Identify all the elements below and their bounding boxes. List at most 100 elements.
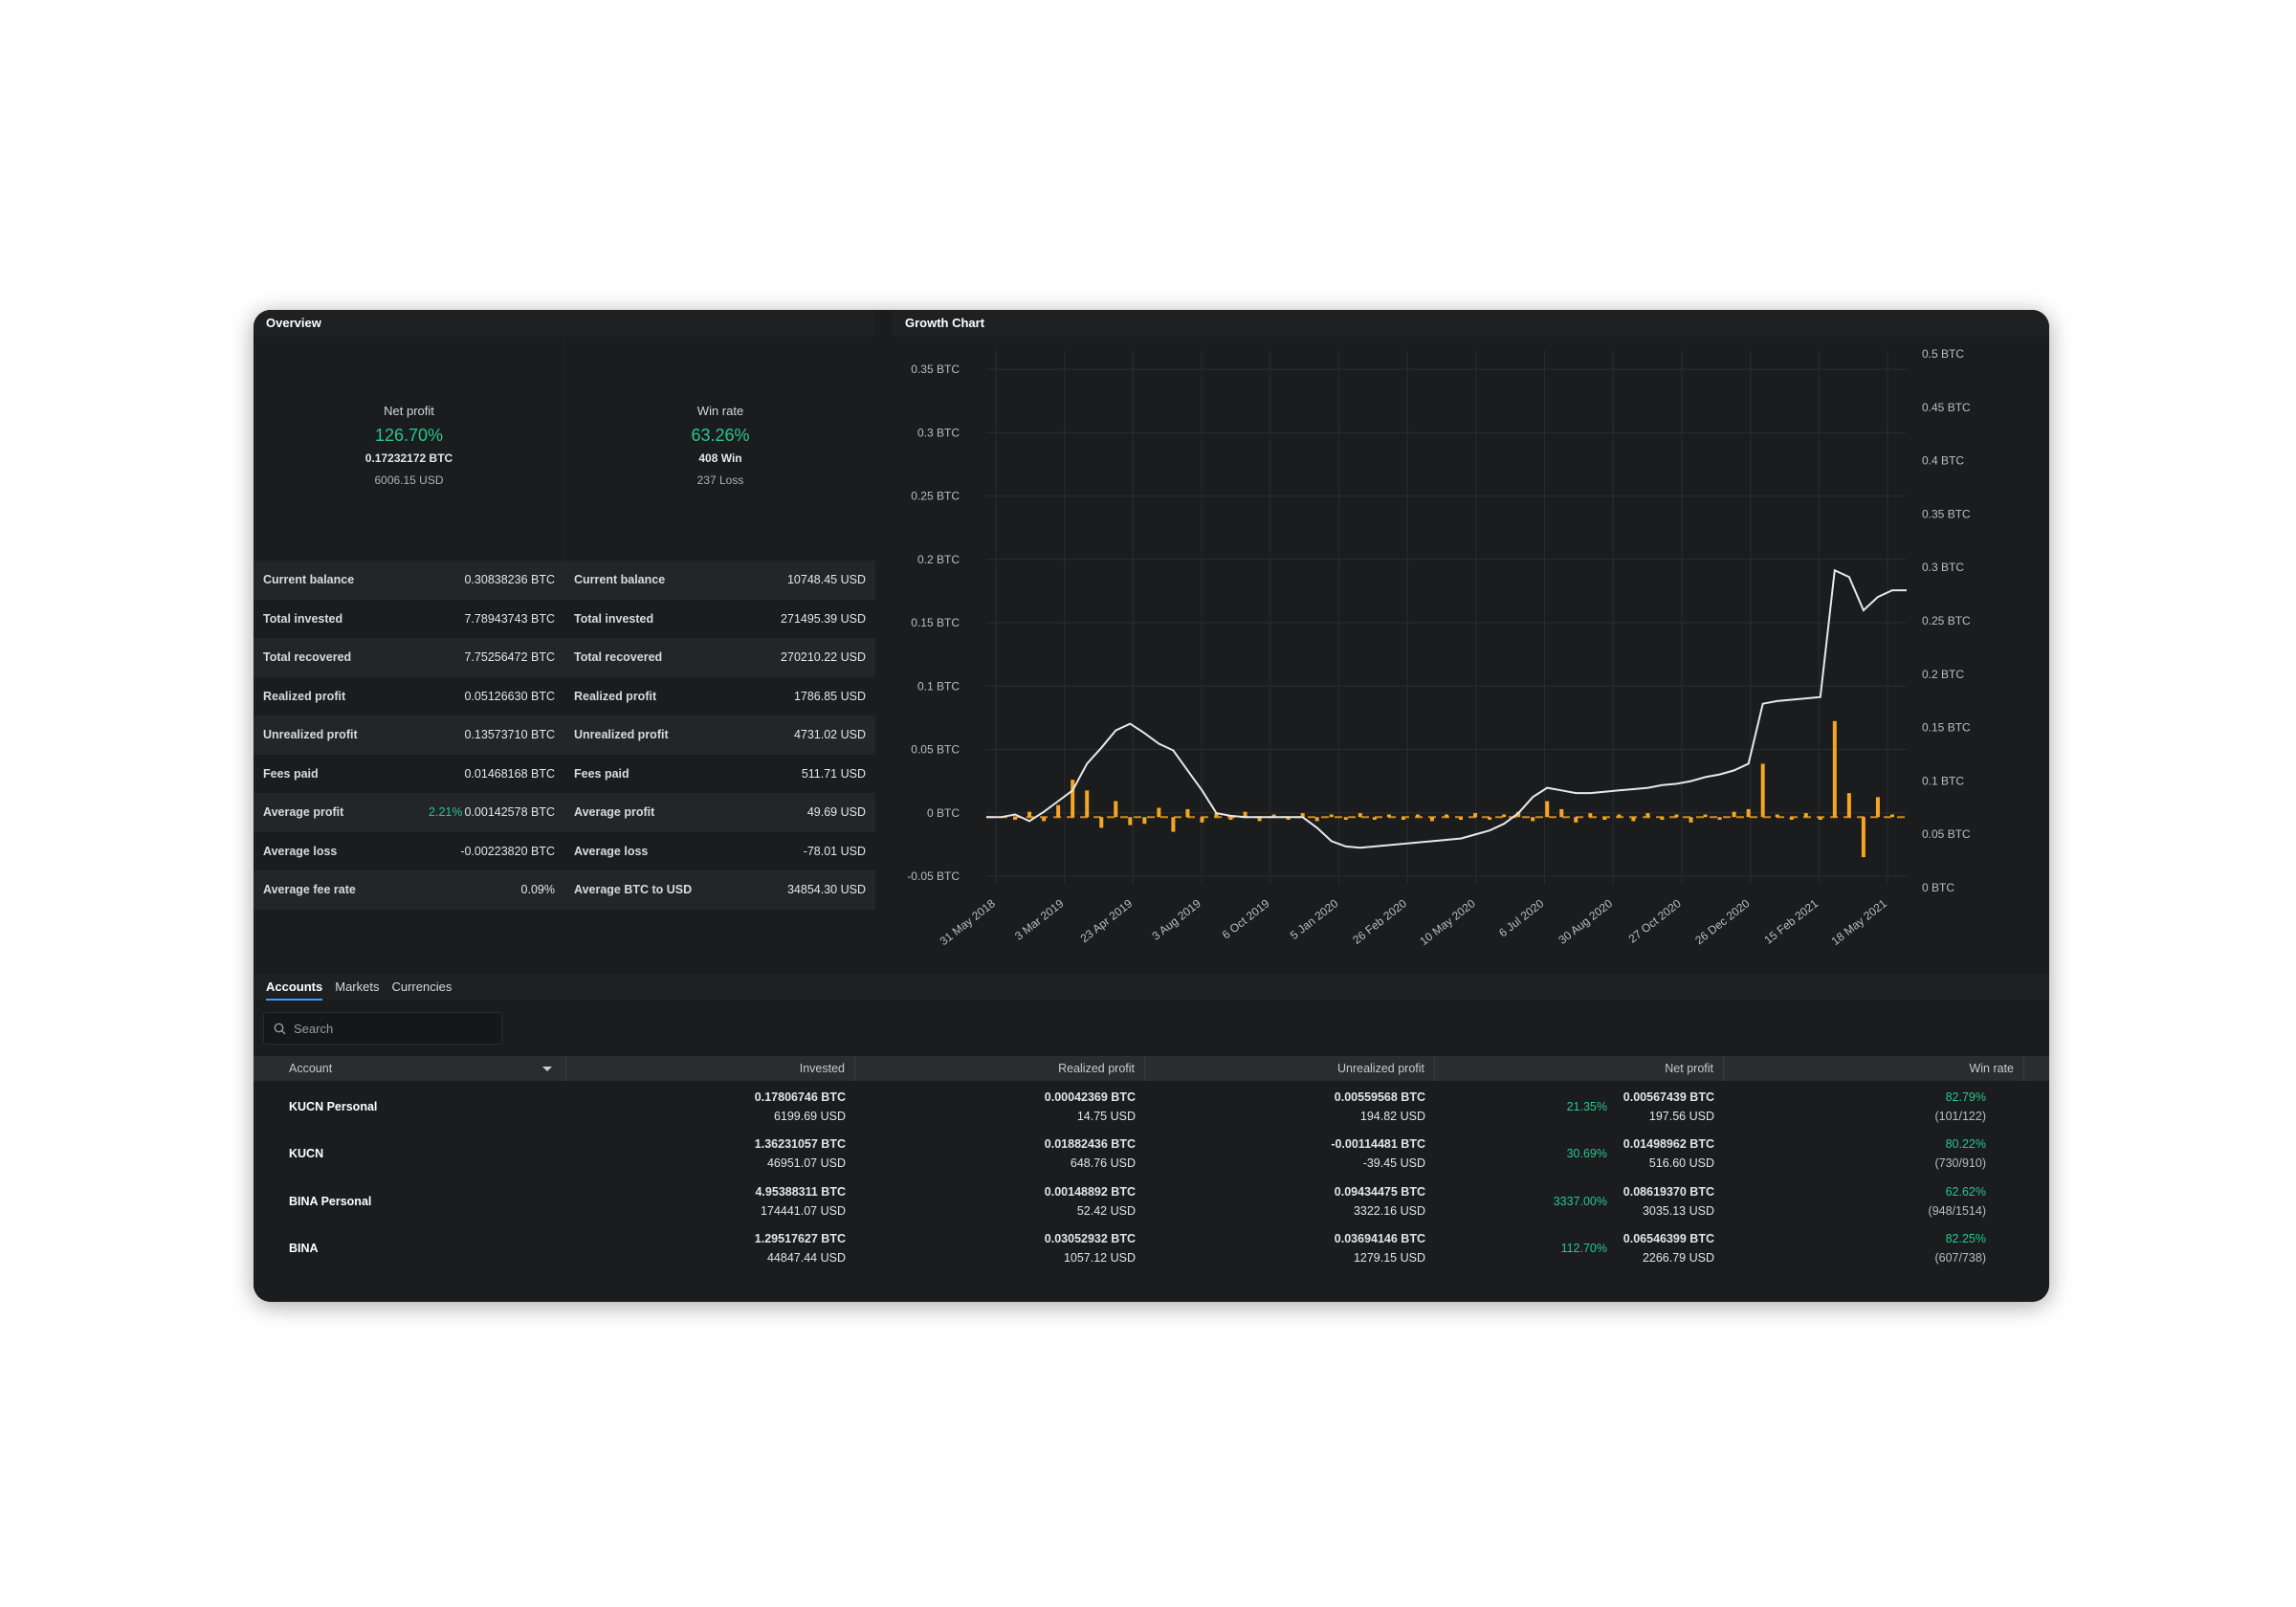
search-input[interactable] [294,1021,485,1036]
x-tick-label: 3 Aug 2019 [1149,896,1203,943]
x-tick-label: 15 Feb 2021 [1761,896,1821,947]
growth-bar [1631,817,1636,822]
stat-row-average-fee-rate: Average fee rate 0.09% [254,870,564,910]
realized-btc: 0.00042369 BTC [1044,1090,1136,1104]
table-row[interactable]: BINA Personal 4.95388311 BTC 174441.07 US… [254,1178,2049,1225]
column-header-label: Account [289,1062,333,1075]
growth-bar [1732,811,1736,818]
unrealized-btc: 0.03694146 BTC [1334,1232,1425,1246]
net-profit-pct: 30.69% [1566,1147,1607,1161]
net-profit-values: 0.00567439 BTC 197.56 USD [1623,1088,1714,1126]
growth-bar [1445,814,1448,818]
invested-cell: 0.17806746 BTC 6199.69 USD [566,1083,855,1131]
stat-key: Current balance [263,573,355,587]
y-right-tick-label: 0.1 BTC [1922,774,1964,787]
growth-bar [1085,790,1090,818]
growth-bar [1459,817,1464,821]
net-usd: 516.60 USD [1648,1156,1714,1171]
unrealized-usd: -39.45 USD [1362,1156,1425,1171]
column-header-net-profit[interactable]: Net profit [1435,1056,1724,1081]
stat-value: 0.30838236 BTC [464,573,555,587]
growth-bar [1343,817,1348,821]
stat-value: 10748.45 USD [786,573,866,587]
column-header-realized-profit[interactable]: Realized profit [855,1056,1145,1081]
realized-cell: 0.03052932 BTC 1057.12 USD [855,1225,1145,1273]
tab-accounts[interactable]: Accounts [266,974,323,1001]
growth-chart[interactable]: 0.35 BTC 0.3 BTC 0.25 BTC 0.2 BTC 0.15 BTC 0.… [893,337,2049,957]
growth-bar [1660,817,1665,821]
net-btc: 0.06546399 BTC [1623,1232,1714,1246]
x-tick-label: 23 Apr 2019 [1078,896,1136,945]
growth-chart-panel: Growth Chart 0.35 BTC 0.3 BTC 0.25 BTC 0.2 … [893,310,2049,957]
stat-row-total-invested-usd: Total invested 271495.39 USD [564,600,875,639]
overview-title: Overview [254,310,875,337]
stat-row-average-profit-usd: Average profit 49.69 USD [564,793,875,832]
x-tick-label: 26 Feb 2020 [1350,896,1409,947]
search-box[interactable] [263,1012,502,1045]
y-right-tick-label: 0.5 BTC [1922,347,1964,361]
sort-caret-icon[interactable] [542,1067,552,1071]
growth-bar [1042,817,1047,822]
stat-value: 0.13573710 BTC [464,728,555,742]
column-header-unrealized-profit[interactable]: Unrealized profit [1145,1056,1435,1081]
growth-bar [1861,817,1866,858]
stat-value: 0.09% [520,883,555,897]
column-header-invested[interactable]: Invested [566,1056,855,1081]
y-left-tick-label: -0.05 BTC [907,870,960,883]
stat-key: Average loss [263,844,338,858]
growth-bar [1617,814,1622,818]
tab-currencies[interactable]: Currencies [391,974,452,1001]
net-profit-pct: 3337.00% [1553,1194,1607,1208]
stat-value: 1786.85 USD [793,689,866,703]
stat-value: -0.00223820 BTC [460,844,555,858]
btc-stats-list: Current balance 0.30838236 BTC Total inve… [254,561,564,910]
win-rate-pct: 80.22% [1945,1137,1986,1152]
net-profit-usd: 6006.15 USD [374,473,444,487]
stat-value-group: 2.21% 0.00142578 BTC [429,805,555,819]
invested-cell: 4.95388311 BTC 174441.07 USD [566,1178,855,1225]
loss-count: 237 Loss [696,473,744,487]
win-rate-count: (607/738) [1934,1251,1986,1266]
stat-key: Average loss [574,844,649,858]
realized-cell: 0.00042369 BTC 14.75 USD [855,1083,1145,1131]
growth-bar [1760,763,1765,818]
unrealized-btc: 0.00559568 BTC [1334,1090,1425,1104]
growth-bar [1473,813,1478,818]
growth-bar [1674,814,1679,818]
growth-bar [1875,797,1880,818]
growth-bar [1818,817,1822,821]
dashboard-window: Overview Net profit 126.70% 0.17232172 B… [254,310,2049,1302]
y-left-tick-label: 0.15 BTC [911,616,960,629]
tab-markets[interactable]: Markets [335,974,379,1001]
net-profit-values: 0.01498962 BTC 516.60 USD [1623,1134,1714,1173]
net-profit-cell: 30.69% 0.01498962 BTC 516.60 USD [1435,1131,1724,1178]
column-header-win-rate[interactable]: Win rate [1724,1056,2024,1081]
growth-bar [1645,813,1650,818]
table-body: KUCN Personal 0.17806746 BTC 6199.69 USD … [254,1083,2049,1272]
table-row[interactable]: KUCN Personal 0.17806746 BTC 6199.69 USD … [254,1083,2049,1131]
invested-btc: 1.29517627 BTC [754,1232,846,1246]
win-rate-pct: 82.25% [1945,1232,1986,1246]
realized-usd: 14.75 USD [1076,1109,1136,1123]
invested-btc: 0.17806746 BTC [754,1090,846,1104]
growth-bar [1329,814,1334,818]
stat-row-realized-profit-btc: Realized profit 0.05126630 BTC [254,677,564,716]
growth-bar [1689,817,1693,823]
x-tick-label: 18 May 2021 [1829,896,1890,948]
growth-bar [1602,817,1607,821]
column-header-account[interactable]: Account [254,1056,566,1081]
invested-btc: 4.95388311 BTC [755,1184,846,1199]
y-left-tick-label: 0.05 BTC [911,743,960,757]
y-right-tick-label: 0 BTC [1922,881,1954,894]
stat-value: 7.78943743 BTC [464,611,555,626]
table-row[interactable]: BINA 1.29517627 BTC 44847.44 USD 0.030529… [254,1225,2049,1273]
growth-bar [1099,817,1104,828]
win-rate-summary: Win rate 63.26% 408 Win 237 Loss [564,337,875,562]
growth-bar [1386,814,1391,818]
unrealized-cell: 0.03694146 BTC 1279.15 USD [1145,1225,1435,1273]
growth-bar [1789,817,1794,821]
stat-row-unrealized-profit-btc: Unrealized profit 0.13573710 BTC [254,715,564,755]
table-row[interactable]: KUCN 1.36231057 BTC 46951.07 USD 0.018824… [254,1131,2049,1178]
growth-bar [1545,801,1550,818]
win-rate-percent: 63.26% [691,426,750,445]
